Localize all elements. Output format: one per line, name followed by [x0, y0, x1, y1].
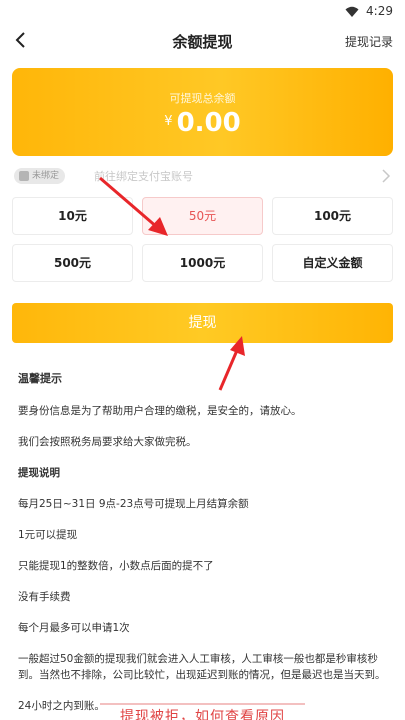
- chevron-right-icon: [382, 169, 391, 183]
- rejection-reason-link[interactable]: 提现被拒，如何查看原因: [0, 706, 405, 720]
- unbound-badge: 未绑定: [14, 168, 66, 184]
- amount-option-500[interactable]: 500元: [12, 244, 133, 282]
- status-time: 4:29: [366, 4, 393, 18]
- balance-value: 0.00: [176, 108, 241, 138]
- amount-option-1000[interactable]: 1000元: [142, 244, 263, 282]
- bind-alipay-row[interactable]: 未绑定 前往绑定支付宝账号: [12, 164, 393, 188]
- account-icon: [19, 171, 29, 181]
- withdraw-note: 每月25日~31日 9点-23点号可提现上月结算余额: [18, 498, 249, 510]
- currency-symbol: ¥: [164, 114, 173, 129]
- withdraw-note: 1元可以提现: [18, 529, 78, 541]
- withdraw-record-link[interactable]: 提现记录: [345, 33, 393, 50]
- balance-amount: ¥0.00: [12, 108, 393, 138]
- withdraw-notes-title: 提现说明: [18, 467, 60, 479]
- tips-paragraph: 我们会按照税务局要求给大家做完税。: [18, 436, 197, 448]
- bind-alipay-text: 前往绑定支付宝账号: [94, 170, 193, 183]
- divider: [100, 703, 305, 705]
- tips-title: 温馨提示: [18, 372, 62, 385]
- balance-card: 可提现总余额 ¥0.00: [12, 68, 393, 156]
- wifi-icon: [345, 6, 359, 17]
- unbound-badge-label: 未绑定: [32, 171, 60, 181]
- withdraw-note: 一般超过50金额的提现我们就会进入人工审核，人工审核一般也都是秒审核秒到。当然也…: [18, 653, 386, 681]
- amount-option-10[interactable]: 10元: [12, 197, 133, 235]
- withdraw-note: 没有手续费: [18, 591, 71, 603]
- nav-bar: 余额提现 提现记录: [0, 24, 405, 58]
- status-bar: 4:29: [0, 0, 405, 24]
- tips-paragraph: 要身份信息是为了帮助用户合理的缴税，是安全的，请放心。: [18, 405, 302, 417]
- withdraw-note: 每个月最多可以申请1次: [18, 622, 130, 634]
- amount-option-custom[interactable]: 自定义金额: [272, 244, 393, 282]
- amount-option-50[interactable]: 50元: [142, 197, 263, 235]
- withdraw-button[interactable]: 提现: [12, 303, 393, 343]
- withdraw-note: 只能提现1的整数倍，小数点后面的提不了: [18, 560, 214, 572]
- balance-label: 可提现总余额: [169, 92, 236, 105]
- tips-section: 温馨提示 要身份信息是为了帮助用户合理的缴税，是安全的，请放心。 我们会按照税务…: [18, 370, 390, 720]
- amount-option-100[interactable]: 100元: [272, 197, 393, 235]
